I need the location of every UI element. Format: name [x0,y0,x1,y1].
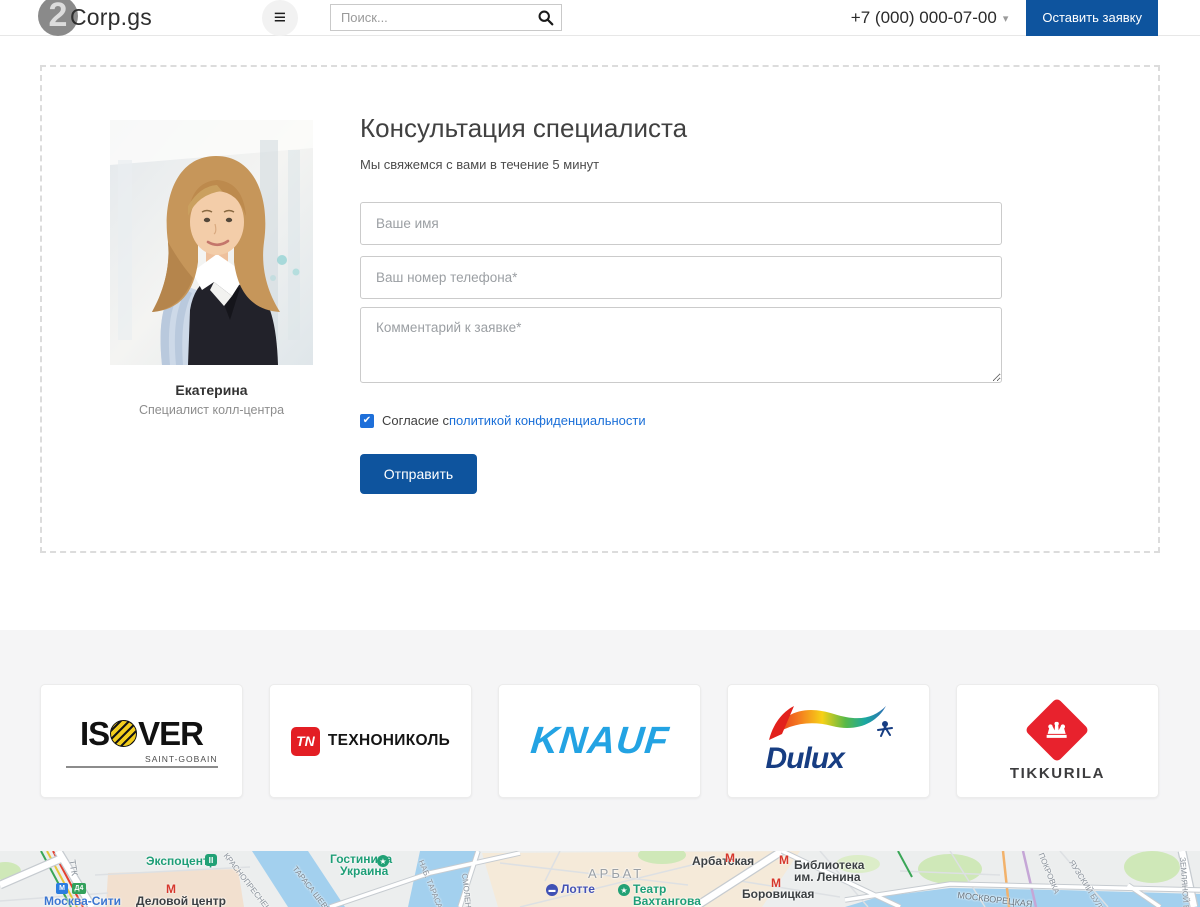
privacy-policy-link[interactable]: политикой конфиденциальности [449,413,646,428]
partners-section: IS VER SAINT-GOBAIN TN ТЕХНОНИКОЛЬ KNAUF [0,630,1200,851]
search-input[interactable] [330,4,562,31]
map-label: Лотте [561,883,595,896]
chevron-down-icon: ▾ [1003,12,1009,25]
specialist-photo [110,120,313,365]
knauf-logo: KNAUF [528,720,671,763]
map-poi-icon: Ⅲ [205,854,217,866]
metro-icon: М [725,851,735,865]
form-title: Консультация специалиста [360,113,687,144]
partner-card-isover[interactable]: IS VER SAINT-GOBAIN [40,684,243,798]
name-input[interactable] [360,202,1002,245]
map-poi-icon: М [56,883,68,894]
header: 2 Corp.gs ≡ +7 (000) 000-07-00 ▾ Оставит… [0,0,1200,36]
partner-card-knauf[interactable]: KNAUF [498,684,701,798]
isover-logo: IS VER SAINT-GOBAIN [66,715,218,768]
tehnonikol-logo: TN ТЕХНОНИКОЛЬ [291,727,450,756]
site-logo[interactable]: 2 Corp.gs [38,0,152,36]
comment-textarea[interactable] [360,307,1002,383]
map-label: ТТК [67,859,79,877]
dulux-text: Dulux [766,742,844,776]
dulux-logo: Dulux [764,698,894,784]
header-right: +7 (000) 000-07-00 ▾ Оставить заявку [851,0,1200,36]
phone-text: +7 (000) 000-07-00 [851,8,997,28]
map[interactable]: ЭкспоцентрГостиницаУкраинаМосква-СитиДел… [0,851,1200,907]
partner-card-dulux[interactable]: Dulux [727,684,930,798]
consent-row: ✔ Согласие с политикой конфиденциальност… [360,413,646,428]
partner-cards: IS VER SAINT-GOBAIN TN ТЕХНОНИКОЛЬ KNAUF [40,684,1159,798]
tn-badge-icon: TN [291,727,320,756]
metro-icon: М [779,853,789,867]
isover-subtext: SAINT-GOBAIN [66,754,218,768]
tikkurila-text: TIKKURILA [1010,765,1105,782]
metro-icon: М [166,882,176,896]
leave-request-button[interactable]: Оставить заявку [1026,0,1158,36]
map-label: им. Ленина [794,871,861,884]
partner-card-tikkurila[interactable]: TIKKURILA [956,684,1159,798]
hamburger-icon: ≡ [274,6,286,30]
isover-text-left: IS [80,715,109,753]
specialist-name: Екатерина [110,382,313,398]
consultation-section: Екатерина Специалист колл-центра Консуль… [40,65,1160,553]
map-label: Деловой центр [136,895,226,907]
tehnonikol-text: ТЕХНОНИКОЛЬ [328,732,450,750]
page: 2 Corp.gs ≡ +7 (000) 000-07-00 ▾ Оставит… [0,0,1200,907]
metro-icon: М [771,876,781,890]
map-label: Арбатская [692,855,754,868]
submit-button[interactable]: Отправить [360,454,477,494]
logo-text: Corp.gs [70,4,152,31]
consent-text: Согласие с [382,413,449,428]
tikkurila-logo: TIKKURILA [1010,701,1105,782]
phone-number[interactable]: +7 (000) 000-07-00 ▾ [851,8,1009,28]
hamburger-menu-button[interactable]: ≡ [262,0,298,36]
map-label: Вахтангова [633,895,701,907]
partner-card-tehnonikol[interactable]: TN ТЕХНОНИКОЛЬ [269,684,472,798]
map-poi-icon: Д4 [72,883,86,894]
map-label: АРБАТ [588,867,644,881]
isover-text-right: VER [138,715,203,753]
isover-o-icon [110,720,137,747]
map-label: Москва-Сити [44,895,121,907]
tikkurila-diamond-icon [1025,697,1090,762]
search-box [330,4,562,31]
map-poi-icon: ★ [377,855,389,867]
consent-checkbox[interactable]: ✔ [360,414,374,428]
map-poi-icon: ▬ [546,884,558,896]
search-icon[interactable] [537,9,554,26]
map-poi-icon: ★ [618,884,630,896]
phone-input[interactable] [360,256,1002,299]
form-subtitle: Мы свяжемся с вами в течение 5 минут [360,157,599,172]
specialist-role: Специалист колл-центра [100,403,323,417]
